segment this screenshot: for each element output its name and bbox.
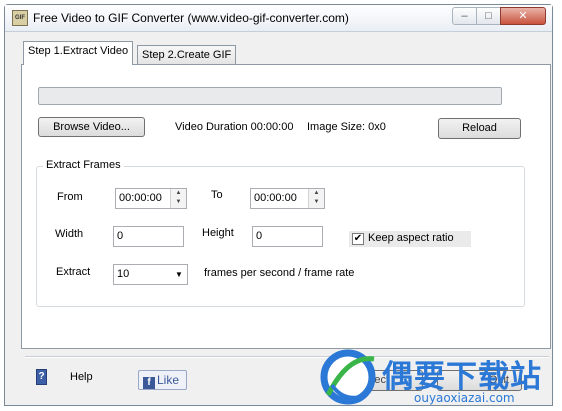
keep-aspect-ratio-label: Keep aspect ratio bbox=[368, 232, 454, 244]
watermark-url: ouyaoxiazai.com bbox=[414, 391, 515, 405]
width-label: Width bbox=[55, 228, 84, 240]
video-duration-text: Video Duration 00:00:00 bbox=[175, 121, 294, 133]
window-title: Free Video to GIF Converter (www.video-g… bbox=[33, 11, 349, 25]
to-time-spinner[interactable]: ▲ ▼ bbox=[308, 189, 324, 208]
close-button[interactable]: ✕ bbox=[500, 7, 546, 25]
browse-video-button[interactable]: Browse Video... bbox=[38, 117, 145, 137]
extract-progress-bar bbox=[38, 87, 502, 105]
watermark-text: 偶要下载站 bbox=[382, 359, 542, 395]
height-label: Height bbox=[202, 227, 234, 239]
frame-rate-value: 10 bbox=[117, 268, 130, 280]
from-time-spinner[interactable]: ▲ ▼ bbox=[170, 189, 186, 208]
reload-button[interactable]: Reload bbox=[438, 118, 521, 139]
help-book-icon[interactable]: ? bbox=[36, 369, 47, 385]
to-label: To bbox=[211, 189, 223, 201]
app-gif-icon: GIF bbox=[12, 10, 28, 26]
from-time-input[interactable]: 00:00:00 ▲ ▼ bbox=[115, 188, 187, 209]
maximize-button[interactable]: □ bbox=[476, 7, 501, 25]
fps-description: frames per second / frame rate bbox=[204, 267, 355, 279]
title-bar[interactable]: GIF Free Video to GIF Converter (www.vid… bbox=[5, 5, 552, 32]
facebook-like-button[interactable]: f Like bbox=[138, 370, 187, 390]
facebook-icon: f bbox=[143, 377, 155, 389]
watermark-logo-icon bbox=[320, 349, 376, 405]
tab-extract-video[interactable]: Step 1.Extract Video bbox=[23, 41, 134, 65]
height-input[interactable]: 0 bbox=[252, 226, 323, 247]
extract-frames-title: Extract Frames bbox=[43, 159, 124, 171]
app-window: GIF Free Video to GIF Converter (www.vid… bbox=[4, 4, 553, 406]
keep-aspect-ratio-checkbox[interactable]: ✔ bbox=[352, 233, 364, 245]
tab-create-gif[interactable]: Step 2.Create GIF bbox=[137, 45, 237, 65]
spin-down-icon[interactable]: ▼ bbox=[171, 198, 186, 207]
extract-video-panel: Browse Video... Video Duration 00:00:00 … bbox=[21, 64, 551, 349]
spin-up-icon[interactable]: ▲ bbox=[171, 189, 186, 198]
from-time-value: 00:00:00 bbox=[119, 192, 162, 204]
keep-aspect-ratio-option[interactable]: ✔ Keep aspect ratio bbox=[349, 231, 471, 247]
spin-down-icon[interactable]: ▼ bbox=[309, 198, 324, 207]
from-label: From bbox=[57, 191, 83, 203]
like-label: Like bbox=[157, 373, 180, 387]
chevron-down-icon[interactable]: ▼ bbox=[171, 265, 187, 284]
minimize-button[interactable]: ‒ bbox=[452, 7, 477, 25]
to-time-input[interactable]: 00:00:00 ▲ ▼ bbox=[250, 188, 325, 209]
width-input[interactable]: 0 bbox=[113, 226, 184, 247]
frame-rate-select[interactable]: 10 ▼ bbox=[113, 264, 188, 285]
help-link[interactable]: Help bbox=[70, 371, 93, 383]
extract-label: Extract bbox=[56, 266, 91, 278]
to-time-value: 00:00:00 bbox=[254, 192, 297, 204]
spin-up-icon[interactable]: ▲ bbox=[309, 189, 324, 198]
image-size-text: Image Size: 0x0 bbox=[307, 121, 386, 133]
